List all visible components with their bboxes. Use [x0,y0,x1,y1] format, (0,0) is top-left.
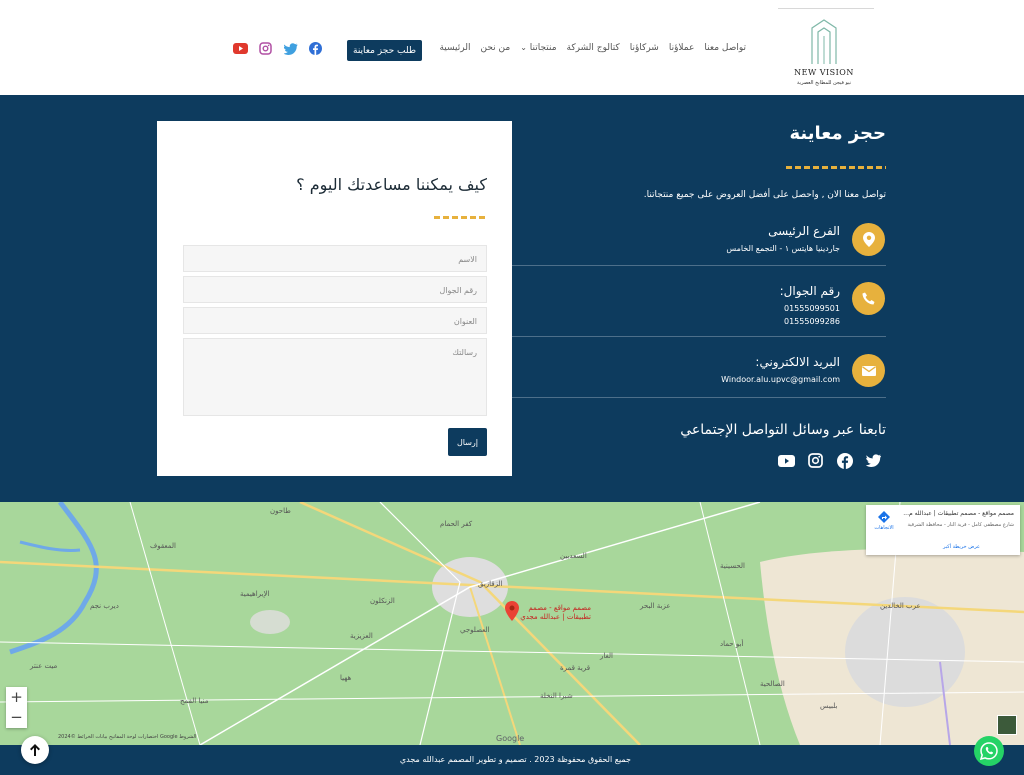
site-header: NEW VISION نيو فيجن للمطابخ العصرية الرئ… [0,0,1024,95]
map-place-label: ههيا [340,674,352,682]
nav-item-about[interactable]: من نحن [480,43,510,53]
instagram-icon[interactable] [807,452,824,469]
email-heading: البريد الالكتروني: [755,355,840,369]
form-title: كيف يمكننا مساعدتك اليوم ؟ [296,175,487,194]
map-card-title: مصمم مواقع - مصمم تطبيقات | عبدالله م... [903,510,1014,517]
logo-brand: NEW VISION [794,68,854,77]
map-place-label: قرية قمرة [560,664,591,672]
send-button[interactable]: إرسال [448,428,487,456]
map-place-label: عرب الخالدين [880,602,921,610]
form-title-divider [434,216,487,219]
book-inspection-button[interactable]: طلب حجز معاينة [347,40,422,61]
scroll-to-top-button[interactable] [21,736,49,764]
phone-number-2[interactable]: 01555099286 [784,317,840,326]
section-title-divider [786,166,886,169]
view-larger-map-link[interactable]: عرض خريطة أكبر [943,544,980,550]
nav-item-products[interactable]: منتجاتنا ⌄ [520,43,556,53]
zoom-in-button[interactable]: + [6,687,27,707]
name-input[interactable]: الاسم [183,245,487,272]
map-place-label: منيا القمح [180,697,209,705]
youtube-icon[interactable] [233,41,248,56]
map-place-label: الحسينية [720,562,745,570]
directions-label: الاتجاهات [874,525,894,531]
phone-heading: رقم الجوال: [779,284,840,298]
map-place-label: الزنكلون [370,597,395,605]
map-zoom-controls: + − [6,687,27,728]
section-intro: تواصل معنا الان , واحصل على أفضل العروض … [643,190,886,200]
phone-number-1[interactable]: 01555099501 [784,304,840,313]
arrow-up-icon [30,744,40,756]
main-nav: الرئيسية من نحن منتجاتنا ⌄ كتالوج الشركة… [439,43,746,53]
nav-item-clients[interactable]: عملاؤنا [669,43,695,53]
map-place-label: العصلوجي [460,626,490,634]
map-place-label: عزبة البحر [640,602,671,610]
map-place-label: الإبراهيمية [240,590,270,598]
map-place-label: ميت عنتر [30,662,58,670]
info-divider [512,336,886,337]
section-title: حجز معاينة [789,123,887,144]
location-icon [852,223,885,256]
instagram-icon[interactable] [258,41,273,56]
follow-title: تابعنا عبر وسائل التواصل الإجتماعي [680,422,886,438]
map-place-label: شبرا النخلة [540,692,573,700]
map-place-label: طاحون [270,507,291,515]
map-place-label: المعقوف [150,542,176,550]
nav-item-home[interactable]: الرئيسية [439,43,470,53]
youtube-icon[interactable] [778,452,795,469]
info-divider [512,265,886,266]
map-layer-toggle[interactable] [997,715,1017,735]
map-pin-label: مصمم مواقع - مصمم تطبيقات | عبدالله مجدي [520,604,591,622]
directions-icon [878,511,890,523]
logo-mark-icon [811,19,837,64]
whatsapp-icon [980,742,998,760]
map-place-label: كفر الحمام [440,520,473,528]
phone-icon [852,282,885,315]
whatsapp-button[interactable] [974,736,1004,766]
logo-divider [778,8,874,9]
phone-input[interactable]: رقم الجوال [183,276,487,303]
chevron-down-icon: ⌄ [520,43,527,52]
nav-item-partners[interactable]: شركاؤنا [630,43,659,53]
header-socials [233,41,323,56]
info-divider [512,397,886,398]
nav-item-contact[interactable]: تواصل معنا [704,43,746,53]
map-pin-label-line: تطبيقات | عبدالله مجدي [520,613,591,621]
map-place-label: السعديين [560,552,587,560]
map-card-address: شارع مصطفى كامل - قرية النار - محافظة ال… [907,522,1014,528]
twitter-icon[interactable] [283,41,298,56]
section-socials [778,452,882,469]
map-place-label: الغار [600,652,613,660]
envelope-icon [852,354,885,387]
map-pin-label-line: مصمم مواقع - مصمم [528,604,591,612]
map-place-label: الزقازيق [478,580,503,588]
map-place-label: أبو حماد [720,640,744,648]
map-place-label: بلبيس [820,702,838,710]
map-credits: اختصارات لوحة المفاتيح بيانات الخرائط ©2… [58,734,197,740]
site-logo[interactable]: NEW VISION نيو فيجن للمطابخ العصرية [778,8,874,90]
facebook-icon[interactable] [836,452,853,469]
site-footer: جميع الحقوق محفوظة 2023 . تصميم و تطوير … [0,745,1024,775]
zoom-out-button[interactable]: − [6,707,27,727]
map-place-label: الصالحية [760,680,785,688]
facebook-icon[interactable] [308,41,323,56]
map-place-card: الاتجاهات مصمم مواقع - مصمم تطبيقات | عب… [866,505,1020,555]
nav-item-catalog[interactable]: كتالوج الشركة [567,43,620,53]
twitter-icon[interactable] [865,452,882,469]
address-input[interactable]: العنوان [183,307,487,334]
message-textarea[interactable]: رسالتك [183,338,487,416]
map-place-label: ديرب نجم [90,602,119,610]
contact-form-card: كيف يمكننا مساعدتك اليوم ؟ الاسم رقم الج… [157,121,512,476]
map-pin-icon[interactable] [505,601,519,621]
footer-copyright: جميع الحقوق محفوظة 2023 . تصميم و تطوير … [399,755,631,764]
branch-heading: الفرع الرئيسى [768,224,840,238]
google-wordmark: Google [496,734,525,743]
logo-tagline: نيو فيجن للمطابخ العصرية [797,80,851,86]
directions-button[interactable]: الاتجاهات [872,511,896,531]
nav-item-products-label: منتجاتنا [529,43,557,53]
email-address[interactable]: Windoor.alu.upvc@gmail.com [721,375,840,384]
branch-address: جاردينيا هايتس ١ - التجمع الخامس [726,244,840,253]
map-place-label: العزيزية [350,632,373,640]
